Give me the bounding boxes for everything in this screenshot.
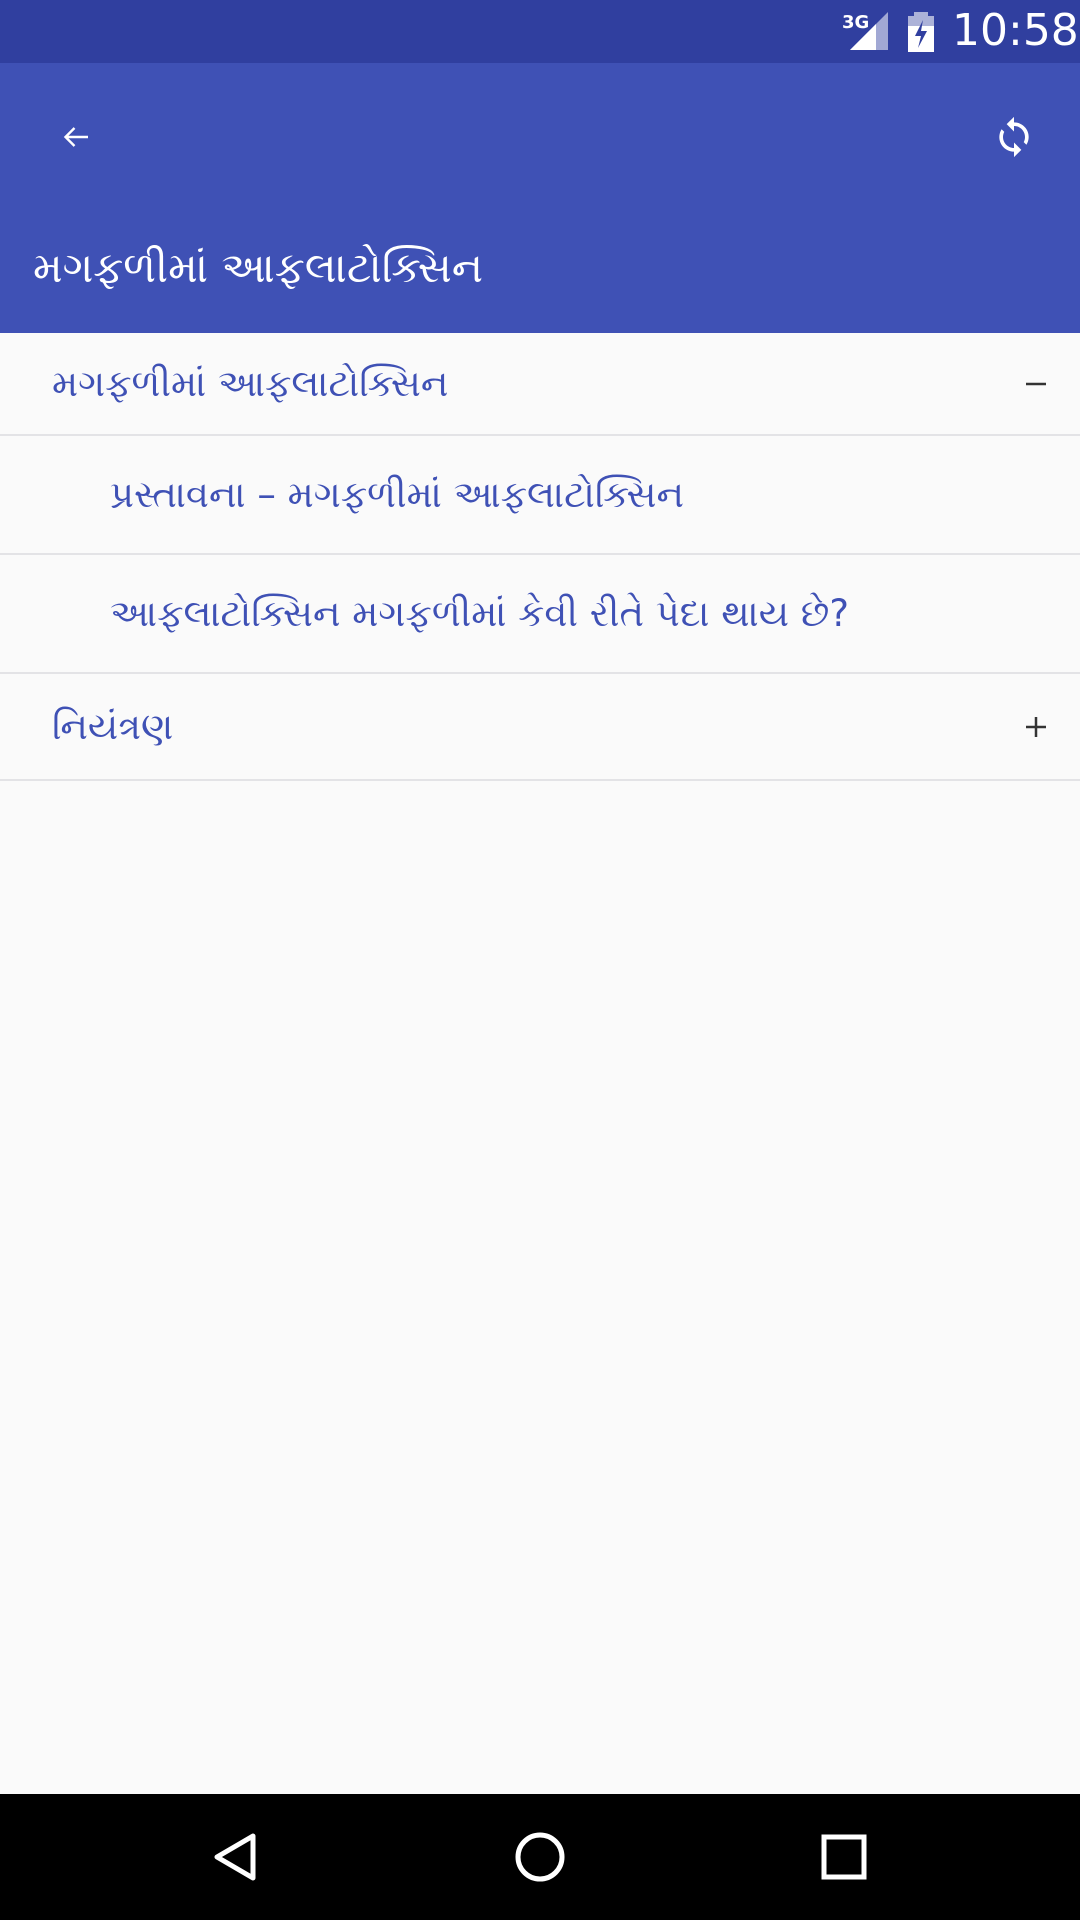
group-row-control[interactable]: નિયંત્રણ <box>0 674 1080 781</box>
nav-recents-icon <box>821 1834 867 1880</box>
nav-home-icon <box>515 1832 565 1882</box>
child-label: પ્રસ્તાવના – મગફળીમાં આફલાટોક્સિન <box>110 472 685 516</box>
battery-charging-icon <box>908 12 934 52</box>
system-nav-bar <box>0 1794 1080 1920</box>
refresh-button[interactable] <box>984 107 1044 167</box>
group-label: નિયંત્રણ <box>52 704 174 748</box>
refresh-icon <box>999 116 1029 158</box>
nav-back-icon <box>214 1833 256 1881</box>
status-clock: 10:58 <box>952 5 1079 56</box>
nav-home-button[interactable] <box>495 1812 585 1902</box>
back-button[interactable] <box>46 107 106 167</box>
page-title: મગફળીમાં આફલાટોક્સિન <box>33 243 484 292</box>
child-row-how-produced[interactable]: આફલાટોક્સિન મગફળીમાં કેવી રીતે પેદા થાય … <box>0 555 1080 674</box>
arrow-back-icon <box>63 127 88 147</box>
child-row-introduction[interactable]: પ્રસ્તાવના – મગફળીમાં આફલાટોક્સિન <box>0 436 1080 555</box>
minus-icon[interactable] <box>1016 364 1056 404</box>
plus-icon[interactable] <box>1016 707 1056 747</box>
group-label: મગફળીમાં આફલાટોક્સિન <box>52 361 449 405</box>
child-label: આફલાટોક્સિન મગફળીમાં કેવી રીતે પેદા થાય … <box>110 591 849 635</box>
nav-back-button[interactable] <box>191 1812 281 1902</box>
nav-recents-button[interactable] <box>799 1812 889 1902</box>
network-type: 3G <box>842 12 870 33</box>
content-list: મગફળીમાં આફલાટોક્સિન પ્રસ્તાવના – મગફળીમ… <box>0 333 1080 781</box>
status-bar: 3G 10:58 <box>0 0 1080 63</box>
group-row-aflatoxin[interactable]: મગફળીમાં આફલાટોક્સિન <box>0 333 1080 436</box>
app-bar: મગફળીમાં આફલાટોક્સિન <box>0 63 1080 333</box>
